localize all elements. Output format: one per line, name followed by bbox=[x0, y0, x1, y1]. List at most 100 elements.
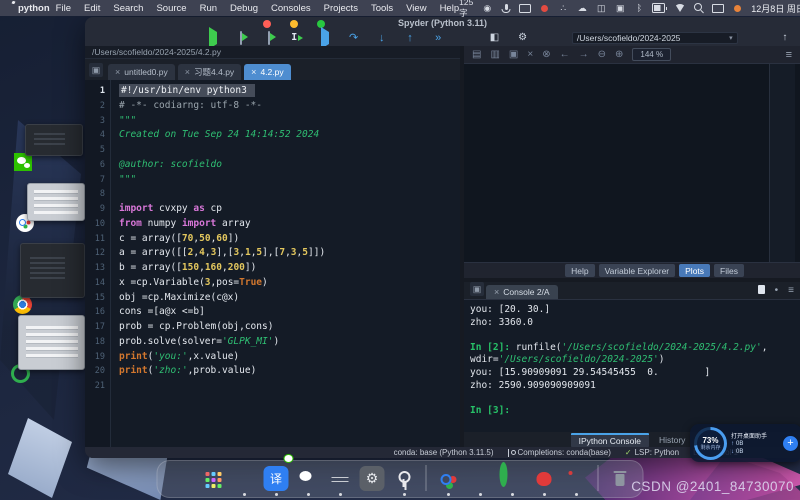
editor-tab-习题4.4.py[interactable]: ×习题4.4.py bbox=[178, 64, 241, 80]
ks-dock-icon[interactable] bbox=[564, 466, 589, 491]
completions-status[interactable]: Completions: conda(base) bbox=[508, 448, 611, 457]
preferences-icon[interactable]: ⚙ bbox=[514, 31, 532, 45]
menu-search[interactable]: Search bbox=[113, 3, 143, 14]
console-options-icon[interactable]: ≡ bbox=[788, 286, 794, 296]
bluetooth-icon[interactable]: ᛒ bbox=[633, 2, 645, 14]
save-plot-icon[interactable]: ▤ bbox=[472, 50, 481, 60]
greenring-dock-icon[interactable] bbox=[500, 466, 525, 491]
window-preview[interactable] bbox=[20, 243, 85, 298]
memory-widget[interactable]: 73% 剩余内存 打开桌面助手 ↑0B ↓0B + bbox=[690, 424, 800, 462]
console-output[interactable]: you: [20. 30.]zho: 3360.0In [2]: runfile… bbox=[464, 299, 800, 432]
save-all-icon[interactable] bbox=[176, 31, 194, 45]
browse-consoles-icon[interactable]: ▣ bbox=[470, 282, 484, 296]
panel-tab-files[interactable]: Files bbox=[714, 264, 744, 277]
maximize-pane-icon[interactable]: ◧ bbox=[485, 31, 503, 45]
menu-run[interactable]: Run bbox=[200, 3, 217, 14]
keyboard-icon[interactable] bbox=[519, 2, 531, 14]
browse-tabs-icon[interactable]: ▣ bbox=[89, 63, 103, 77]
window-preview[interactable] bbox=[18, 315, 85, 370]
assistant-plus-button[interactable]: + bbox=[783, 436, 798, 451]
run-cell-icon[interactable] bbox=[232, 31, 250, 45]
close-window-button[interactable] bbox=[263, 20, 271, 28]
tab-history[interactable]: History bbox=[651, 434, 693, 446]
run-cell-advance-icon[interactable] bbox=[260, 31, 278, 45]
menu-edit[interactable]: Edit bbox=[84, 3, 100, 14]
window-preview[interactable] bbox=[25, 124, 83, 156]
conda-env-status[interactable]: conda: base (Python 3.11.5) bbox=[394, 448, 494, 457]
next-plot-icon[interactable]: → bbox=[579, 50, 589, 60]
keychain-dock-icon[interactable] bbox=[392, 466, 417, 491]
redapp-dock-icon[interactable] bbox=[532, 466, 557, 491]
screen-mirror-icon[interactable]: ▣ bbox=[614, 2, 626, 14]
split-view-icon[interactable]: ◫ bbox=[595, 2, 607, 14]
zoom-out-plot-icon[interactable]: ⊖ bbox=[598, 50, 606, 60]
debug-file-icon[interactable] bbox=[316, 31, 334, 45]
close-icon[interactable]: × bbox=[185, 67, 190, 77]
window-preview[interactable] bbox=[27, 183, 85, 221]
close-icon[interactable]: × bbox=[494, 287, 499, 297]
step-over-icon[interactable]: ↷ bbox=[345, 31, 363, 45]
open-file-icon[interactable] bbox=[119, 31, 137, 45]
assistant-icon[interactable]: ◉ bbox=[481, 2, 493, 14]
copy-plot-icon[interactable]: ▣ bbox=[509, 50, 518, 60]
photos-dock-icon[interactable] bbox=[468, 466, 493, 491]
workflow-icon[interactable]: ∴ bbox=[557, 2, 569, 14]
assistant-label[interactable]: 打开桌面助手 bbox=[731, 431, 779, 440]
input-source-icon[interactable] bbox=[731, 2, 743, 14]
close-icon[interactable]: × bbox=[251, 67, 256, 77]
search-icon[interactable] bbox=[693, 2, 705, 14]
panel-tab-plots[interactable]: Plots bbox=[679, 264, 710, 277]
new-file-icon[interactable] bbox=[91, 31, 109, 45]
menu-clock[interactable]: 12月8日 周日 22:57 bbox=[751, 2, 800, 15]
display-icon[interactable] bbox=[712, 2, 724, 14]
panel-tab-help[interactable]: Help bbox=[565, 264, 594, 277]
battery-icon[interactable] bbox=[652, 2, 667, 14]
menu-app-name[interactable]: python bbox=[18, 3, 50, 14]
appcircles-dock-icon[interactable] bbox=[436, 466, 461, 491]
editor-tab-4.2.py[interactable]: ×4.2.py bbox=[244, 64, 290, 80]
plots-zoom-level[interactable]: 144 % bbox=[632, 48, 671, 61]
step-into-icon[interactable]: ↓ bbox=[373, 31, 391, 45]
chrome-dock-icon[interactable] bbox=[232, 466, 257, 491]
plots-options-icon[interactable]: ≡ bbox=[786, 49, 792, 61]
launchpad-dock-icon[interactable] bbox=[200, 466, 225, 491]
save-all-plots-icon[interactable]: ▥ bbox=[490, 50, 499, 60]
settings-dock-icon[interactable]: ⚙ bbox=[360, 466, 385, 491]
trash-dock-icon[interactable] bbox=[608, 466, 633, 491]
menu-view[interactable]: View bbox=[406, 3, 426, 14]
plots-thumbnails-strip[interactable] bbox=[769, 64, 795, 262]
menu-tools[interactable]: Tools bbox=[371, 3, 393, 14]
minimize-window-button[interactable] bbox=[290, 20, 298, 28]
screen-record-icon[interactable] bbox=[538, 2, 550, 14]
run-file-icon[interactable] bbox=[204, 31, 222, 45]
menu-help[interactable]: Help bbox=[440, 3, 460, 14]
save-file-icon[interactable] bbox=[147, 31, 165, 45]
parent-directory-icon[interactable]: ↑ bbox=[776, 31, 794, 45]
browse-directory-icon[interactable] bbox=[748, 31, 766, 45]
copy-console-icon[interactable] bbox=[758, 285, 765, 297]
step-return-icon[interactable]: ↑ bbox=[401, 31, 419, 45]
editor-tab-untitled0.py[interactable]: ×untitled0.py bbox=[108, 64, 175, 80]
code-editor[interactable]: 123456789101112131415161718192021 #!/usr… bbox=[85, 80, 460, 447]
menu-debug[interactable]: Debug bbox=[230, 3, 258, 14]
menu-file[interactable]: File bbox=[56, 3, 71, 14]
wifi-icon[interactable] bbox=[674, 2, 686, 14]
menu-projects[interactable]: Projects bbox=[324, 3, 358, 14]
menu-consoles[interactable]: Consoles bbox=[271, 3, 311, 14]
python-env-icon[interactable] bbox=[542, 31, 560, 45]
microphone-icon[interactable] bbox=[500, 2, 512, 14]
notes-dock-icon[interactable] bbox=[328, 466, 353, 491]
cloud-icon[interactable]: ☁ bbox=[576, 2, 588, 14]
finder-dock-icon[interactable] bbox=[168, 466, 193, 491]
console-tab[interactable]: × Console 2/A bbox=[486, 285, 558, 299]
continue-execution-icon[interactable]: » bbox=[429, 31, 447, 45]
working-directory-select[interactable]: /Users/scofieldo/2024-2025 ▾ bbox=[572, 32, 738, 44]
panel-tab-variable-explorer[interactable]: Variable Explorer bbox=[599, 264, 676, 277]
tab-ipython-console[interactable]: IPython Console bbox=[571, 433, 649, 447]
stop-debug-icon[interactable] bbox=[457, 31, 475, 45]
previous-plot-icon[interactable]: ← bbox=[560, 50, 570, 60]
plots-canvas[interactable] bbox=[464, 63, 800, 263]
close-icon[interactable]: × bbox=[115, 67, 120, 77]
wechat-dock-icon[interactable] bbox=[296, 466, 321, 491]
console-status-dot-icon[interactable]: • bbox=[775, 286, 779, 296]
